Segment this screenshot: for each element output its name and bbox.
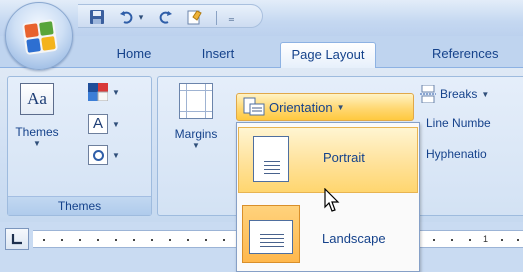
mouse-cursor-icon — [324, 188, 340, 212]
themes-icon: Aa — [20, 83, 54, 115]
portrait-page-icon — [253, 136, 289, 182]
ribbon-tabs: Home Insert Page Layout References — [0, 36, 523, 68]
office-logo-icon — [21, 18, 59, 56]
office-button[interactable] — [5, 2, 73, 70]
themes-group: Aa Themes ▼ ▼ A ▼ ▼ Themes — [7, 76, 152, 216]
tab-insert[interactable]: Insert — [186, 42, 250, 68]
undo-icon[interactable] — [118, 8, 136, 26]
line-numbers-button-label: Line Numbe — [426, 116, 491, 130]
theme-colors-button[interactable]: ▼ — [88, 83, 120, 101]
undo-dropdown-icon[interactable]: ▾ — [136, 8, 146, 26]
tab-selector-button[interactable] — [5, 228, 29, 250]
orientation-icon — [243, 97, 265, 116]
hyphenation-button[interactable]: Hyphenatio — [426, 147, 487, 161]
themes-group-label: Themes — [8, 196, 151, 215]
spell-icon[interactable] — [186, 8, 204, 26]
quick-access-toolbar: ▾ ₌ — [78, 4, 263, 28]
landscape-label: Landscape — [322, 231, 386, 246]
orientation-button[interactable]: Orientation ▼ — [236, 93, 414, 121]
hyphenation-button-label: Hyphenatio — [426, 147, 487, 161]
chevron-down-icon: ▼ — [192, 141, 200, 150]
breaks-icon — [420, 85, 436, 103]
theme-effects-icon — [88, 145, 108, 165]
theme-colors-icon — [88, 83, 108, 101]
themes-button[interactable]: Aa Themes ▼ — [12, 83, 62, 148]
menu-item-portrait[interactable]: Portrait — [238, 127, 418, 193]
chevron-down-icon: ▼ — [336, 102, 345, 112]
chevron-down-icon: ▼ — [33, 139, 41, 148]
redo-icon[interactable] — [156, 8, 174, 26]
chevron-down-icon: ▼ — [481, 89, 490, 99]
margins-button-label: Margins — [174, 127, 218, 141]
landscape-page-icon — [249, 220, 293, 254]
chevron-down-icon: ▼ — [112, 119, 120, 129]
tab-page-layout[interactable]: Page Layout — [280, 42, 376, 68]
margins-button[interactable]: Margins ▼ — [162, 83, 230, 150]
line-numbers-button[interactable]: Line Numbe — [426, 116, 491, 130]
ruler-number: 1 — [483, 234, 489, 244]
breaks-button-label: Breaks — [440, 87, 478, 101]
orientation-button-label: Orientation — [269, 99, 333, 115]
chevron-down-icon: ▼ — [112, 87, 120, 97]
themes-button-label: Themes — [15, 125, 59, 139]
chevron-down-icon: ▼ — [112, 150, 120, 160]
margins-icon — [179, 83, 213, 119]
theme-effects-button[interactable]: ▼ — [88, 145, 120, 165]
title-bar: ▾ ₌ — [0, 0, 523, 70]
theme-fonts-button[interactable]: A ▼ — [88, 114, 120, 134]
portrait-label: Portrait — [323, 150, 365, 165]
breaks-button[interactable]: Breaks ▼ — [420, 85, 489, 103]
tab-references[interactable]: References — [422, 42, 523, 68]
customize-icon[interactable]: ₌ — [228, 10, 235, 26]
theme-fonts-icon: A — [88, 114, 108, 134]
save-icon[interactable] — [88, 8, 106, 26]
tab-stop-icon — [11, 234, 22, 245]
tab-home[interactable]: Home — [100, 42, 168, 68]
qat-separator — [216, 11, 217, 25]
